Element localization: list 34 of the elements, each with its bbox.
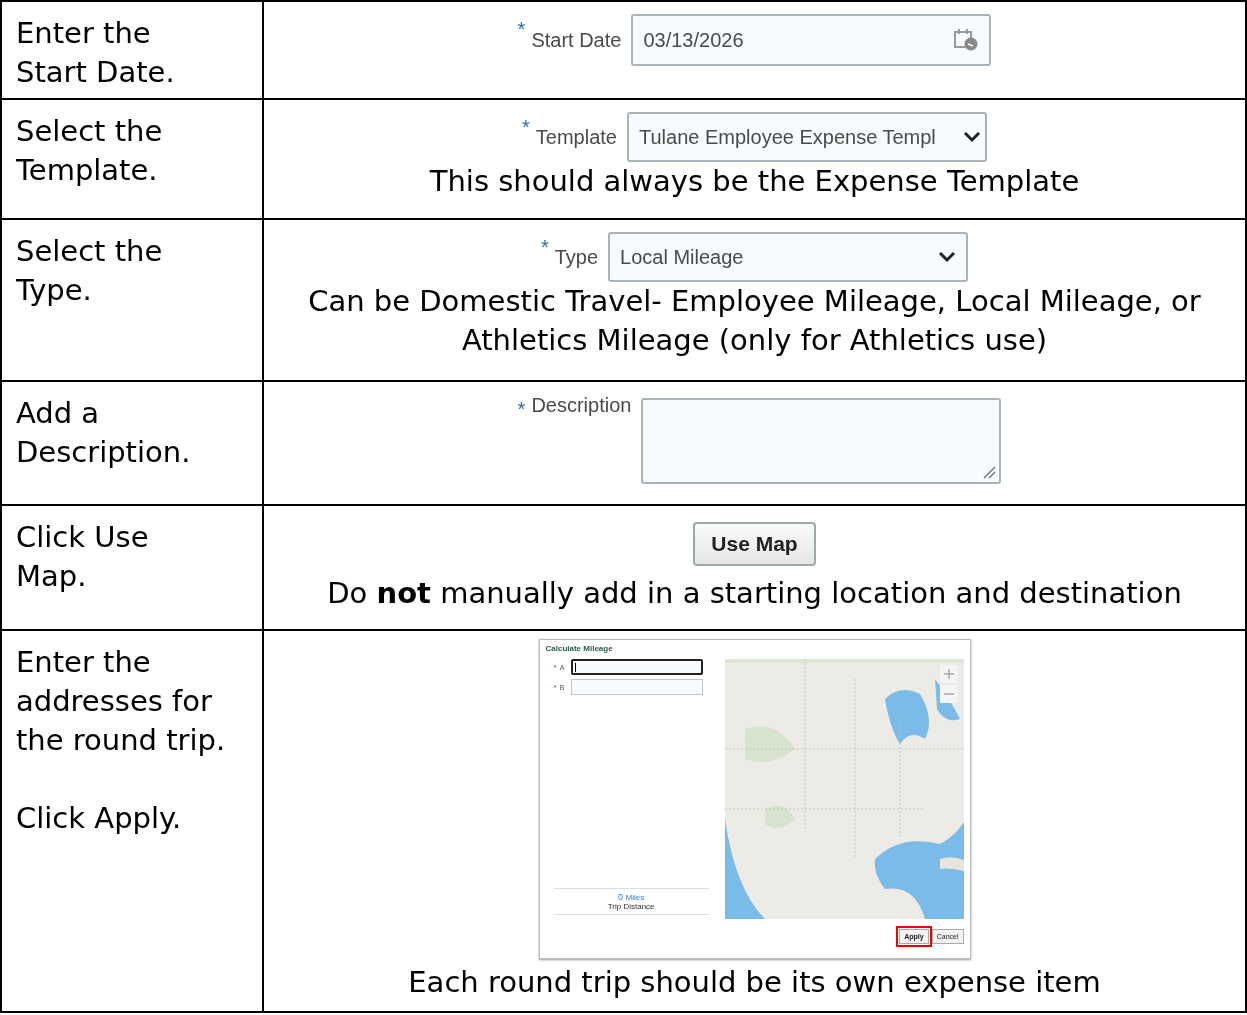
calendar-icon bbox=[953, 28, 980, 52]
required-mark: * bbox=[517, 18, 526, 41]
required-mark: * bbox=[540, 236, 549, 259]
distance-unit: Miles bbox=[625, 893, 645, 902]
chevron-down-icon bbox=[962, 131, 981, 143]
date-field[interactable]: 03/13/2026 bbox=[631, 14, 992, 66]
instruction-text: Add a Description. bbox=[16, 395, 191, 471]
note-text: Each round trip should be its own expense item bbox=[407, 964, 1102, 1001]
dropdown-field[interactable]: Local Mileage bbox=[608, 232, 969, 282]
dropdown-field[interactable]: Tulane Employee Expense Templ bbox=[626, 112, 987, 162]
instruction-text: Enter the addresses for the round trip. Click Apply. bbox=[16, 644, 226, 837]
distance-label: Trip Distance bbox=[607, 902, 655, 911]
field-label: Template bbox=[535, 125, 617, 149]
required-mark: * bbox=[522, 116, 530, 139]
instruction-text: Enter the Start Date. bbox=[16, 15, 175, 91]
description-field[interactable] bbox=[641, 398, 1002, 484]
instruction-text: Click Use Map. bbox=[16, 519, 149, 595]
resize-grip-icon bbox=[982, 465, 997, 479]
address-field[interactable] bbox=[570, 659, 703, 675]
required-mark: * bbox=[553, 662, 557, 672]
note-text: Can be Domestic Travel- Employee Mileage, Local Mileage, or Athletics Mileage (only for Athletics use) bbox=[307, 283, 1202, 359]
field-label: Start Date bbox=[531, 28, 622, 52]
note-text: Do not manually add in a starting location and destination bbox=[326, 575, 1183, 612]
note-text: This should always be the Expense Template bbox=[428, 163, 1081, 200]
required-mark: * bbox=[517, 398, 526, 421]
required-mark: * bbox=[553, 682, 557, 692]
instruction-text: Select the Template. bbox=[16, 113, 163, 189]
dialog-title: Calculate Mileage bbox=[545, 644, 614, 653]
field-label: Description bbox=[531, 394, 632, 417]
distance-value: 0 bbox=[618, 892, 624, 902]
chevron-down-icon bbox=[938, 251, 957, 263]
field-label: Type bbox=[554, 245, 599, 269]
instruction-text: Select the Type. bbox=[16, 233, 163, 309]
use-map-button[interactable]: Use Map bbox=[693, 522, 816, 566]
